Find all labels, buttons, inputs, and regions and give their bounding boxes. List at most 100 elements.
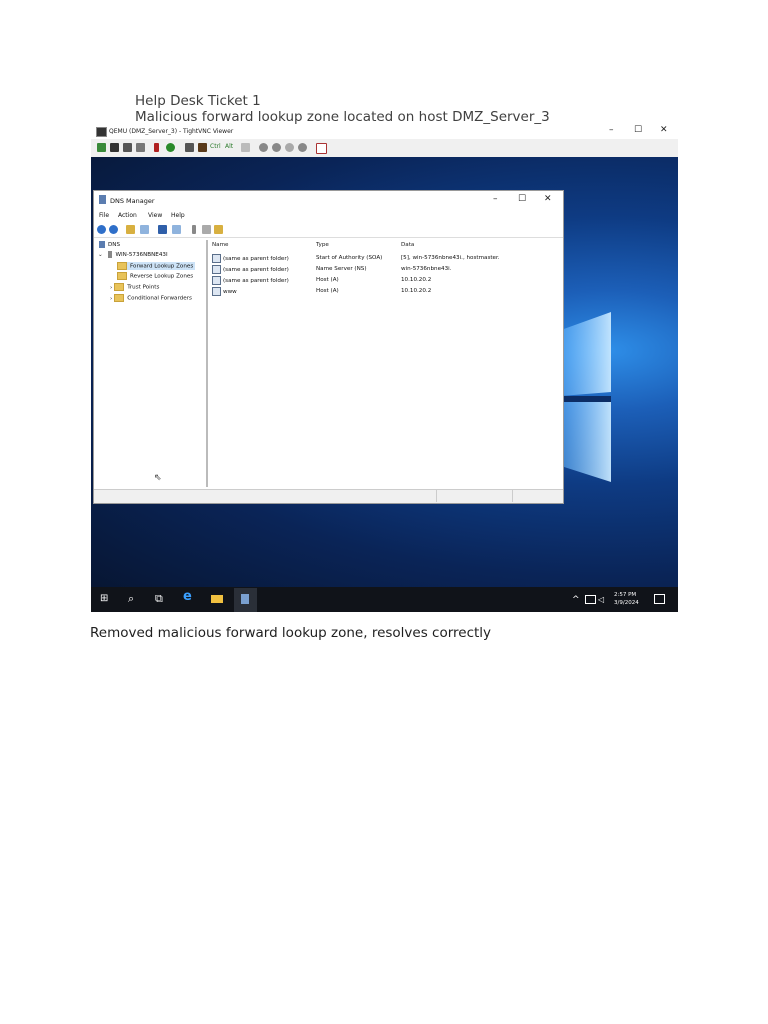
record-icon: [212, 287, 221, 296]
vnc-title-bar: QEMU (DMZ_Server_3) - TightVNC Viewer – …: [91, 124, 678, 139]
status-divider: [436, 490, 437, 502]
record-data: [5], win-5736nbne43i., hostmaster.: [401, 255, 500, 261]
clock-date: 3/9/2024: [614, 600, 639, 606]
dns-manager-window: DNS Manager – ☐ ✕ File Action View Help: [93, 190, 564, 504]
forward-arrow-icon[interactable]: [109, 225, 118, 234]
folder-icon: [114, 283, 125, 291]
chevron-right-icon[interactable]: ›: [110, 285, 112, 291]
menu-view[interactable]: View: [148, 212, 162, 219]
record-name: (same as parent folder): [223, 267, 289, 273]
close-button[interactable]: ✕: [660, 125, 668, 135]
zoom-fit-icon[interactable]: [298, 143, 307, 152]
windows-taskbar: ⊞ ⌕ ⧉ e ^ ◁ 2:57 PM 3/9/2024: [91, 587, 678, 612]
ctrl-key-button[interactable]: Ctrl: [210, 143, 221, 150]
search-icon[interactable]: ⌕: [128, 593, 134, 605]
chevron-down-icon[interactable]: ⌄: [98, 252, 103, 258]
column-header-type[interactable]: Type: [316, 242, 329, 248]
dns-app-icon: [99, 195, 106, 204]
menu-file[interactable]: File: [99, 212, 109, 219]
fullscreen-icon[interactable]: [316, 143, 327, 154]
record-type: Start of Authority (SOA): [316, 255, 383, 261]
tree-item-label: Forward Lookup Zones: [130, 263, 194, 270]
ticket-resolution-caption: Removed malicious forward lookup zone, r…: [90, 625, 492, 641]
tree-root-label: DNS: [108, 242, 121, 248]
tree-root-dns[interactable]: DNS: [99, 241, 120, 248]
dns-icon: [99, 241, 105, 248]
record-type: Host (A): [316, 277, 339, 283]
menu-help[interactable]: Help: [171, 212, 185, 219]
network-icon[interactable]: [585, 595, 596, 604]
record-icon: [212, 265, 221, 274]
info-icon[interactable]: [136, 143, 145, 152]
column-header-name[interactable]: Name: [212, 242, 229, 248]
list-icon[interactable]: [202, 225, 211, 234]
back-arrow-icon[interactable]: [97, 225, 106, 234]
save-icon[interactable]: [110, 143, 119, 152]
vnc-app-icon: [96, 127, 107, 137]
record-name: www: [223, 289, 237, 295]
options-icon[interactable]: [123, 143, 132, 152]
task-view-icon[interactable]: ⧉: [155, 593, 163, 605]
record-name: (same as parent folder): [223, 278, 289, 284]
server-icon[interactable]: [192, 225, 196, 234]
status-divider: [512, 490, 513, 502]
tree-item-reverse-lookup-zones[interactable]: Reverse Lookup Zones: [117, 272, 193, 280]
properties-icon[interactable]: [172, 225, 181, 234]
dns-records-list: Name Type Data (same as parent folder) S…: [209, 240, 562, 487]
record-data: win-5736nbne43i.: [401, 266, 452, 272]
maximize-button[interactable]: ☐: [634, 125, 642, 135]
folder-icon: [114, 294, 125, 302]
tree-item-trust-points[interactable]: › Trust Points: [110, 283, 159, 291]
vnc-screenshot: QEMU (DMZ_Server_3) - TightVNC Viewer – …: [91, 124, 678, 612]
record-type: Host (A): [316, 288, 339, 294]
clipboard-icon[interactable]: [241, 143, 250, 152]
minimize-button[interactable]: –: [609, 125, 614, 135]
ctrl-alt-del-icon[interactable]: [185, 143, 194, 152]
clock-time: 2:57 PM: [614, 592, 637, 598]
tree-item-label: Conditional Forwarders: [127, 295, 192, 302]
record-data: 10.10.20.2: [401, 288, 432, 294]
record-data: 10.10.20.2: [401, 277, 432, 283]
zoom-in-icon[interactable]: [259, 143, 268, 152]
dns-minimize-button[interactable]: –: [493, 194, 498, 204]
menu-action[interactable]: Action: [118, 212, 137, 219]
new-connection-icon[interactable]: [97, 143, 106, 152]
desktop-background: DNS Manager – ☐ ✕ File Action View Help: [91, 157, 678, 587]
start-button-icon[interactable]: ⊞: [100, 593, 108, 605]
tree-server-label: WIN-5736NBNE43I: [115, 252, 168, 258]
help-icon[interactable]: [158, 225, 167, 234]
tree-server-node[interactable]: ⌄ WIN-5736NBNE43I: [98, 251, 168, 258]
folder-icon: [117, 272, 127, 280]
column-header-data[interactable]: Data: [401, 242, 414, 248]
ticket-subheading: Malicious forward lookup zone located on…: [135, 109, 550, 125]
pause-icon[interactable]: [154, 143, 159, 152]
folder-up-icon[interactable]: [126, 225, 135, 234]
server-node-icon: [108, 251, 113, 258]
chevron-up-icon[interactable]: ^: [572, 594, 580, 606]
zoom-100-icon[interactable]: [285, 143, 294, 152]
chevron-right-icon[interactable]: ›: [110, 296, 112, 302]
refresh-folder-icon[interactable]: [214, 225, 223, 234]
notification-icon[interactable]: [654, 594, 665, 604]
dns-window-title: DNS Manager: [110, 197, 155, 205]
dns-maximize-button[interactable]: ☐: [518, 194, 526, 204]
dns-close-button[interactable]: ✕: [544, 194, 552, 204]
taskbar-clock[interactable]: 2:57 PM 3/9/2024: [614, 591, 639, 607]
zoom-out-icon[interactable]: [272, 143, 281, 152]
show-hide-tree-icon[interactable]: [140, 225, 149, 234]
dns-taskbar-icon: [241, 594, 249, 604]
record-type: Name Server (NS): [316, 266, 367, 272]
start-icon[interactable]: [198, 143, 207, 152]
tree-item-conditional-forwarders[interactable]: › Conditional Forwarders: [110, 294, 192, 302]
tree-item-forward-lookup-zones[interactable]: Forward Lookup Zones: [117, 262, 196, 270]
file-explorer-icon[interactable]: [211, 595, 223, 603]
alt-key-button[interactable]: Alt: [225, 143, 233, 150]
vnc-toolbar: Ctrl Alt: [91, 139, 678, 158]
record-icon: [212, 276, 221, 285]
tree-item-label: Reverse Lookup Zones: [130, 273, 194, 280]
record-icon: [212, 254, 221, 263]
edge-browser-icon[interactable]: e: [183, 590, 192, 603]
dns-status-bar: [94, 489, 563, 503]
volume-icon[interactable]: ◁: [598, 594, 604, 606]
refresh-icon[interactable]: [166, 143, 175, 152]
